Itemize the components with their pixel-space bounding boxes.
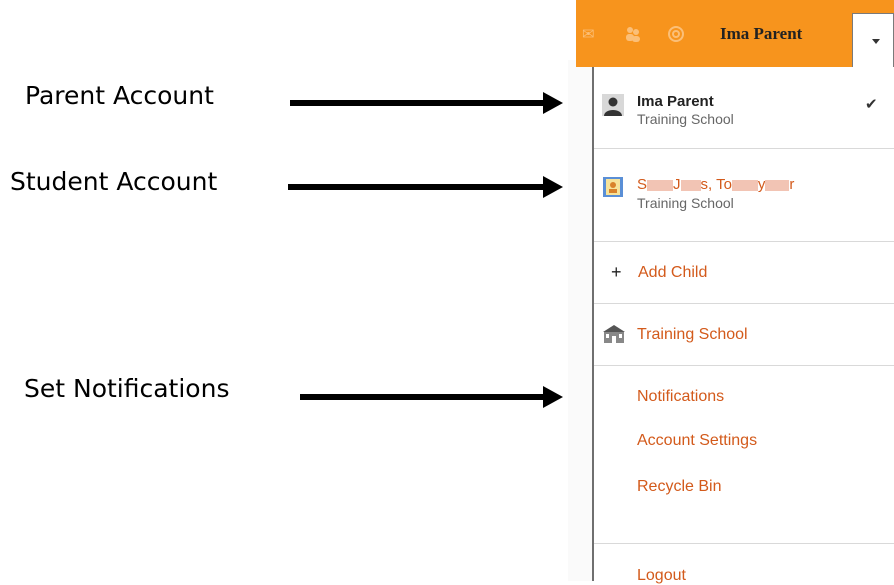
notifications-link[interactable]: Notifications [637,388,724,406]
school-building-icon [603,325,625,343]
chevron-down-icon [872,39,880,44]
arrow-set-notifications [300,386,563,408]
divider [594,543,894,544]
divider [594,303,894,304]
parent-account-name: Ima Parent [637,93,714,110]
account-settings-link[interactable]: Account Settings [637,432,757,450]
mail-icon[interactable]: ✉ [582,25,595,43]
arrow-parent-account [290,92,563,114]
student-id-icon [603,177,623,197]
arrow-student-account [288,176,563,198]
school-link[interactable]: Training School [637,326,748,344]
header-user-name[interactable]: Ima Parent [720,24,802,44]
people-icon[interactable] [624,25,642,47]
student-account-name: S Js, To y r [637,176,795,193]
account-dropdown-toggle[interactable] [852,13,894,69]
annotation-parent-account: Parent Account [25,81,214,110]
account-dropdown-menu: Ima Parent Training School ✔ S Js, To y r T… [592,67,894,584]
divider [594,148,894,149]
parent-account-school: Training School [637,111,734,127]
person-icon [602,94,624,116]
underlying-page [568,60,594,581]
plus-icon: + [611,262,622,282]
logout-link[interactable]: Logout [637,567,686,585]
annotation-set-notifications: Set Notifications [24,374,230,403]
selected-checkmark: ✔ [865,96,878,113]
divider [594,365,894,366]
annotation-student-account: Student Account [10,167,218,196]
recycle-bin-link[interactable]: Recycle Bin [637,478,721,496]
student-account-school: Training School [637,195,734,211]
help-icon[interactable] [667,25,685,47]
divider [594,241,894,242]
add-child-link[interactable]: Add Child [638,264,707,282]
